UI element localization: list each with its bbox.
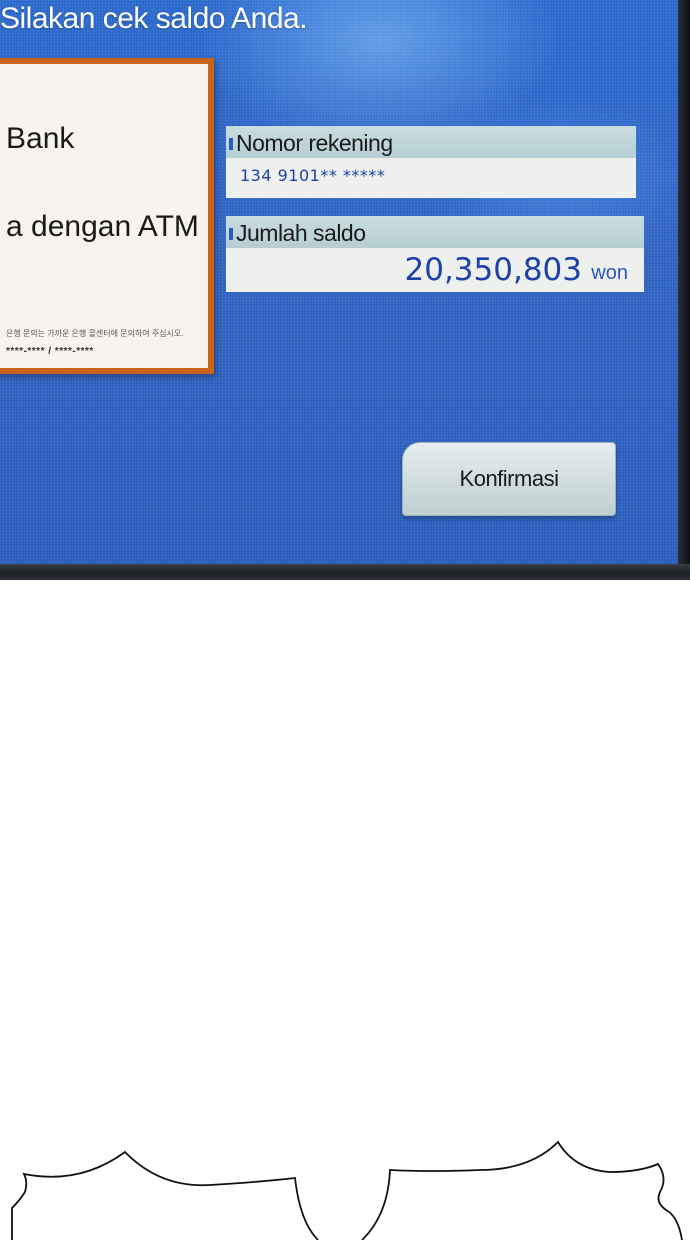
atm-screen: Silakan cek saldo Anda. Bank a dengan AT… <box>0 0 690 580</box>
info-card-phone: ****-**** / ****-**** <box>6 346 94 357</box>
info-card-line-2: a dengan ATM <box>6 210 199 243</box>
account-number-field: Nomor rekening 134 9101** ***** <box>226 126 636 198</box>
screen-prompt: Silakan cek saldo Anda. <box>0 2 308 35</box>
field-marker-icon <box>229 228 233 240</box>
account-number-label: Nomor rekening <box>236 130 393 156</box>
field-marker-icon <box>229 138 233 150</box>
speech-bubble-left <box>11 1150 319 1240</box>
account-number-value-box: 134 9101** ***** <box>226 158 636 198</box>
info-card-fine-print: 은행 문의는 가까운 은행 콜센터에 문의하여 주십시오. <box>6 329 184 338</box>
speech-bubble-right <box>361 1140 683 1240</box>
info-card-line-1: Bank <box>6 122 75 155</box>
balance-amount: 20,350,803 <box>404 252 583 288</box>
balance-header: Jumlah saldo <box>226 216 644 248</box>
atm-bottom-bezel <box>0 564 690 580</box>
confirm-button-label: Konfirmasi <box>459 466 559 491</box>
speech-bubble-outlines <box>11 1140 683 1240</box>
atm-right-bezel <box>678 0 690 580</box>
balance-value-box: 20,350,803 won <box>226 248 644 292</box>
balance-label: Jumlah saldo <box>236 220 366 246</box>
balance-unit: won <box>591 262 628 284</box>
confirm-button[interactable]: Konfirmasi <box>402 442 616 516</box>
account-number-header: Nomor rekening <box>226 126 636 158</box>
info-card-body: Bank a dengan ATM 은행 문의는 가까운 은행 콜센터에 문의하… <box>0 64 208 368</box>
balance-field: Jumlah saldo 20,350,803 won <box>226 216 644 292</box>
info-card: Bank a dengan ATM 은행 문의는 가까운 은행 콜센터에 문의하… <box>0 58 214 374</box>
account-number-value: 134 9101** ***** <box>240 166 386 185</box>
